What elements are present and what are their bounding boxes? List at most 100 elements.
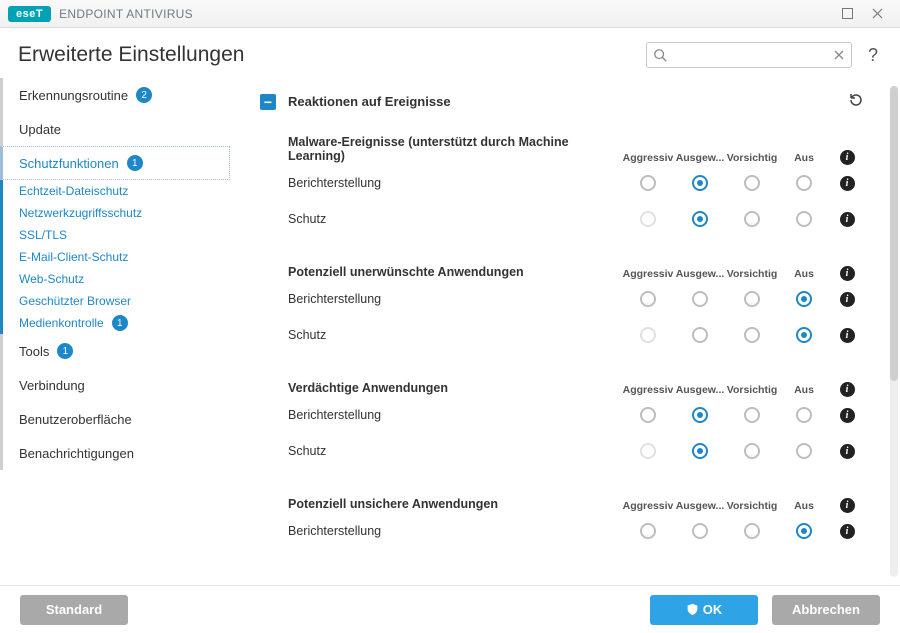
settings-row: Schutzi bbox=[288, 433, 864, 469]
sidebar-item[interactable]: Benutzeroberfläche bbox=[0, 402, 230, 436]
radio-option[interactable] bbox=[692, 175, 708, 191]
sidebar-item[interactable]: Benachrichtigungen bbox=[0, 436, 230, 470]
sidebar-item-label: Tools bbox=[19, 344, 49, 359]
search-icon bbox=[653, 48, 667, 62]
column-header: Vorsichtig bbox=[726, 152, 778, 164]
info-icon[interactable]: i bbox=[840, 498, 855, 513]
radio-option[interactable] bbox=[692, 523, 708, 539]
info-icon[interactable]: i bbox=[840, 266, 855, 281]
radio-option[interactable] bbox=[640, 175, 656, 191]
sidebar-sub-item[interactable]: Medienkontrolle1 bbox=[0, 312, 230, 334]
column-header: Vorsichtig bbox=[726, 384, 778, 396]
radio-option[interactable] bbox=[796, 327, 812, 343]
sidebar-item-label: Verbindung bbox=[19, 378, 85, 393]
row-label: Berichterstellung bbox=[288, 524, 622, 538]
radio-option[interactable] bbox=[744, 407, 760, 423]
radio-option[interactable] bbox=[796, 211, 812, 227]
radio-option[interactable] bbox=[796, 175, 812, 191]
sidebar-sub-item[interactable]: SSL/TLS bbox=[0, 224, 230, 246]
group-title: Malware-Ereignisse (unterstützt durch Ma… bbox=[288, 135, 622, 163]
vertical-scrollbar[interactable] bbox=[890, 86, 898, 577]
radio-option[interactable] bbox=[744, 291, 760, 307]
section-header[interactable]: − Reaktionen auf Ereignisse bbox=[230, 78, 886, 121]
radio-option[interactable] bbox=[692, 443, 708, 459]
settings-group: Potenziell unerwünschte AnwendungenAggre… bbox=[230, 251, 886, 367]
radio-option[interactable] bbox=[640, 407, 656, 423]
column-header: Vorsichtig bbox=[726, 268, 778, 280]
sidebar-sub-item[interactable]: Echtzeit-Dateischutz bbox=[0, 180, 230, 202]
info-icon[interactable]: i bbox=[840, 328, 855, 343]
revert-icon[interactable] bbox=[848, 92, 864, 111]
row-label: Berichterstellung bbox=[288, 176, 622, 190]
radio-option[interactable] bbox=[692, 211, 708, 227]
column-header: Ausgew... bbox=[674, 500, 726, 512]
brand-badge: eseT bbox=[8, 6, 51, 22]
sidebar-item[interactable]: Update bbox=[0, 112, 230, 146]
radio-option[interactable] bbox=[640, 523, 656, 539]
sidebar: Erkennungsroutine2UpdateSchutzfunktionen… bbox=[0, 78, 230, 585]
radio-option[interactable] bbox=[796, 291, 812, 307]
column-header: Vorsichtig bbox=[726, 500, 778, 512]
info-icon[interactable]: i bbox=[840, 150, 855, 165]
sidebar-item-label: Echtzeit-Dateischutz bbox=[19, 184, 128, 198]
radio-option[interactable] bbox=[692, 327, 708, 343]
sidebar-item[interactable]: Tools1 bbox=[0, 334, 230, 368]
sidebar-sub-item[interactable]: Web-Schutz bbox=[0, 268, 230, 290]
radio-option[interactable] bbox=[692, 291, 708, 307]
group-title: Potenziell unsichere Anwendungen bbox=[288, 497, 622, 511]
radio-option[interactable] bbox=[796, 523, 812, 539]
sidebar-item-label: E-Mail-Client-Schutz bbox=[19, 250, 128, 264]
standard-button[interactable]: Standard bbox=[20, 595, 128, 625]
collapse-icon[interactable]: − bbox=[260, 94, 276, 110]
radio-option[interactable] bbox=[692, 407, 708, 423]
sidebar-item-label: Schutzfunktionen bbox=[19, 156, 119, 171]
radio-option[interactable] bbox=[744, 523, 760, 539]
row-label: Berichterstellung bbox=[288, 292, 622, 306]
settings-row: Schutz i bbox=[288, 317, 864, 353]
radio-option[interactable] bbox=[640, 291, 656, 307]
help-icon[interactable]: ? bbox=[864, 45, 882, 66]
radio-option[interactable] bbox=[796, 407, 812, 423]
info-icon[interactable]: i bbox=[840, 408, 855, 423]
column-header: Ausgew... bbox=[674, 152, 726, 164]
info-icon[interactable]: i bbox=[840, 382, 855, 397]
settings-row: Schutzi bbox=[288, 201, 864, 237]
info-icon[interactable]: i bbox=[840, 176, 855, 191]
settings-group: Verdächtige AnwendungenAggressivAusgew..… bbox=[230, 367, 886, 483]
column-header: Aus bbox=[778, 268, 830, 280]
sidebar-sub-item[interactable]: Geschützter Browser bbox=[0, 290, 230, 312]
info-icon[interactable]: i bbox=[840, 524, 855, 539]
clear-search-icon[interactable] bbox=[833, 49, 845, 61]
sidebar-sub-item[interactable]: Netzwerkzugriffsschutz bbox=[0, 202, 230, 224]
radio-option[interactable] bbox=[744, 443, 760, 459]
column-header: Ausgew... bbox=[674, 268, 726, 280]
cancel-button[interactable]: Abbrechen bbox=[772, 595, 880, 625]
window-close-icon[interactable] bbox=[862, 0, 892, 28]
ok-button[interactable]: OK bbox=[650, 595, 758, 625]
sidebar-item[interactable]: Erkennungsroutine2 bbox=[0, 78, 230, 112]
window-maximize-icon[interactable] bbox=[832, 0, 862, 28]
info-icon[interactable]: i bbox=[840, 212, 855, 227]
radio-option[interactable] bbox=[744, 327, 760, 343]
info-icon[interactable]: i bbox=[840, 444, 855, 459]
sidebar-sub-item[interactable]: E-Mail-Client-Schutz bbox=[0, 246, 230, 268]
radio-option[interactable] bbox=[796, 443, 812, 459]
sidebar-item-label: Web-Schutz bbox=[19, 272, 84, 286]
settings-group: Malware-Ereignisse (unterstützt durch Ma… bbox=[230, 121, 886, 251]
radio-option bbox=[640, 211, 656, 227]
settings-row: Berichterstellung i bbox=[288, 165, 864, 201]
radio-option[interactable] bbox=[744, 211, 760, 227]
search-field[interactable] bbox=[646, 42, 852, 68]
radio-option[interactable] bbox=[744, 175, 760, 191]
sidebar-item-selected[interactable]: Schutzfunktionen1 bbox=[0, 146, 230, 180]
sidebar-item-label: Benachrichtigungen bbox=[19, 446, 134, 461]
sidebar-badge: 2 bbox=[136, 87, 152, 103]
footer: Standard OK Abbrechen bbox=[0, 585, 900, 633]
row-label: Schutz bbox=[288, 328, 622, 342]
column-header: Aggressiv bbox=[622, 152, 674, 164]
shield-icon bbox=[686, 603, 699, 616]
search-input[interactable] bbox=[667, 48, 833, 62]
sidebar-item-label: Benutzeroberfläche bbox=[19, 412, 132, 427]
sidebar-item[interactable]: Verbindung bbox=[0, 368, 230, 402]
info-icon[interactable]: i bbox=[840, 292, 855, 307]
